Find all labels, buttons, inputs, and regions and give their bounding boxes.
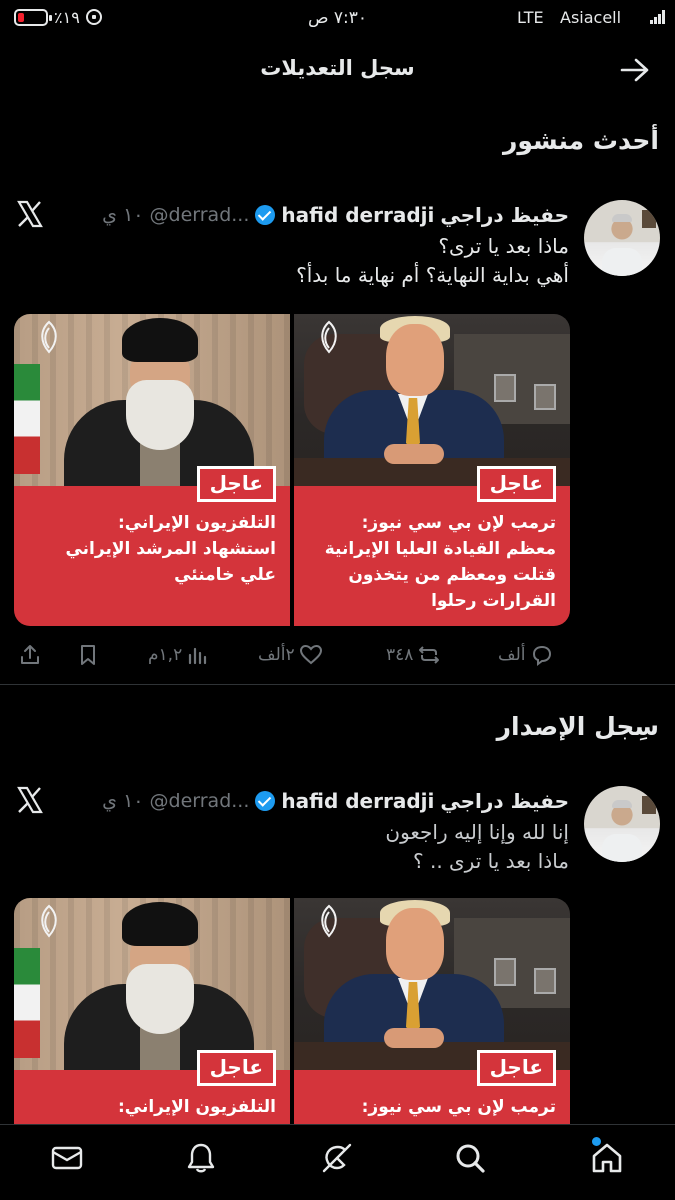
breaking-badge: عاجل (476, 466, 556, 502)
card-line: قتلت ومعظم من يتخذون (348, 565, 556, 585)
card-line: معظم القيادة العليا الإيرانية (324, 539, 556, 559)
grok-icon[interactable] (320, 1141, 354, 1175)
section-version-history: سِجل الإصدار (496, 712, 659, 741)
verified-badge-icon (255, 205, 276, 225)
signal-icon (650, 10, 666, 24)
card-headline: التلفزيون الإيراني: استشهاد المرشد الإير… (26, 510, 276, 588)
tweet-text: ماذا بعد يا ترى؟ أهي بداية النهاية؟ أم ن… (29, 232, 569, 290)
display-name-latin[interactable]: hafid derradji (281, 789, 434, 813)
x-logo-icon (17, 786, 43, 814)
card-line: علي خامنئي (174, 565, 276, 585)
x-logo-icon (17, 200, 43, 228)
bookmark-button[interactable] (76, 638, 100, 672)
breaking-badge: عاجل (196, 1050, 276, 1086)
display-name[interactable]: حفيظ دراجي (440, 203, 569, 227)
views-icon (189, 647, 207, 665)
view-count: ١,٢م (148, 645, 183, 665)
tweet-actions: ألف ٣٤٨ ٢ألف ١,٢م (0, 638, 675, 672)
like-count: ٢ألف (258, 645, 295, 665)
tweet-line: إنا لله وإنا إليه راجعون (385, 820, 569, 844)
avatar[interactable] (584, 200, 660, 276)
carrier-name: Asiacell (560, 8, 622, 27)
arrow-right-icon[interactable] (618, 56, 652, 84)
notifications-icon[interactable] (184, 1141, 218, 1175)
breaking-badge: عاجل (196, 466, 276, 502)
top-bar: سجل التعديلات (0, 44, 675, 98)
aljazeera-logo-icon (41, 320, 57, 354)
tweet-media[interactable]: عاجل ترمب لإن بي سي نيوز: معظم القيادة ا… (14, 314, 570, 626)
display-name[interactable]: حفيظ دراجي (440, 789, 569, 813)
card-line: القرارات رحلوا (431, 591, 556, 611)
reply-icon (532, 645, 551, 666)
card-line: التلفزيون الإيراني: (117, 513, 276, 533)
bookmark-icon (81, 645, 95, 665)
display-name-latin[interactable]: hafid derradji (281, 203, 434, 227)
status-bar: ٪١٩ ٧:٣٠ ص LTE Asiacell (0, 0, 675, 36)
aljazeera-logo-icon (321, 904, 337, 938)
share-button[interactable] (18, 638, 42, 672)
aljazeera-logo-icon (321, 320, 337, 354)
tweet-version[interactable]: حفيظ دراجي hafid derradji @derrad... ١٠ … (0, 786, 675, 1200)
page-title: سجل التعديلات (260, 56, 415, 80)
card-line: التلفزيون الإيراني: (117, 1097, 276, 1117)
user-handle: @derrad... (149, 790, 250, 812)
share-icon (21, 645, 39, 664)
card-headline: ترمب لإن بي سي نيوز: (306, 1094, 556, 1120)
section-latest-post: أحدث منشور (502, 126, 659, 155)
network-type: LTE (517, 8, 544, 27)
tweet-text: إنا لله وإنا إليه راجعون ماذا بعد يا ترى… (29, 818, 569, 876)
post-time: ١٠ ي (102, 790, 144, 812)
views-button[interactable]: ١,٢م (148, 638, 210, 672)
verified-badge-icon (255, 791, 276, 811)
like-button[interactable]: ٢ألف (258, 638, 323, 672)
tweet-header: حفيظ دراجي hafid derradji @derrad... ١٠ … (102, 200, 569, 230)
media-card-trump[interactable]: عاجل ترمب لإن بي سي نيوز: معظم القيادة ا… (294, 314, 570, 626)
home-icon[interactable] (590, 1141, 624, 1175)
card-headline: ترمب لإن بي سي نيوز: معظم القيادة العليا… (306, 510, 556, 614)
bottom-navigation (0, 1124, 675, 1200)
repost-button[interactable]: ٣٤٨ (386, 638, 441, 672)
breaking-badge: عاجل (476, 1050, 556, 1086)
reply-count: ألف (498, 645, 526, 665)
repost-count: ٣٤٨ (386, 645, 414, 665)
search-icon[interactable] (453, 1141, 487, 1175)
card-line: ترمب لإن بي سي نيوز: (361, 1097, 556, 1117)
heart-icon (299, 644, 322, 665)
avatar[interactable] (584, 786, 660, 862)
card-line: ترمب لإن بي سي نيوز: (361, 513, 556, 533)
card-line: استشهاد المرشد الإيراني (65, 539, 276, 559)
tweet-line: ماذا بعد يا ترى؟ (438, 234, 569, 258)
notification-dot (592, 1137, 601, 1146)
user-handle: @derrad... (149, 204, 250, 226)
tweet-line: أهي بداية النهاية؟ أم نهاية ما بدأ؟ (296, 263, 569, 287)
reply-button[interactable]: ألف (498, 638, 554, 672)
tweet-header: حفيظ دراجي hafid derradji @derrad... ١٠ … (102, 786, 569, 816)
divider (0, 684, 675, 685)
repost-icon (419, 646, 440, 664)
aljazeera-logo-icon (41, 904, 57, 938)
tweet-latest[interactable]: حفيظ دراجي hafid derradji @derrad... ١٠ … (0, 200, 675, 670)
card-headline: التلفزيون الإيراني: (26, 1094, 276, 1120)
post-time: ١٠ ي (102, 204, 144, 226)
messages-icon[interactable] (50, 1141, 84, 1175)
tweet-line: ماذا بعد يا ترى .. ؟ (412, 849, 569, 873)
media-card-khamenei[interactable]: عاجل التلفزيون الإيراني: استشهاد المرشد … (14, 314, 290, 626)
